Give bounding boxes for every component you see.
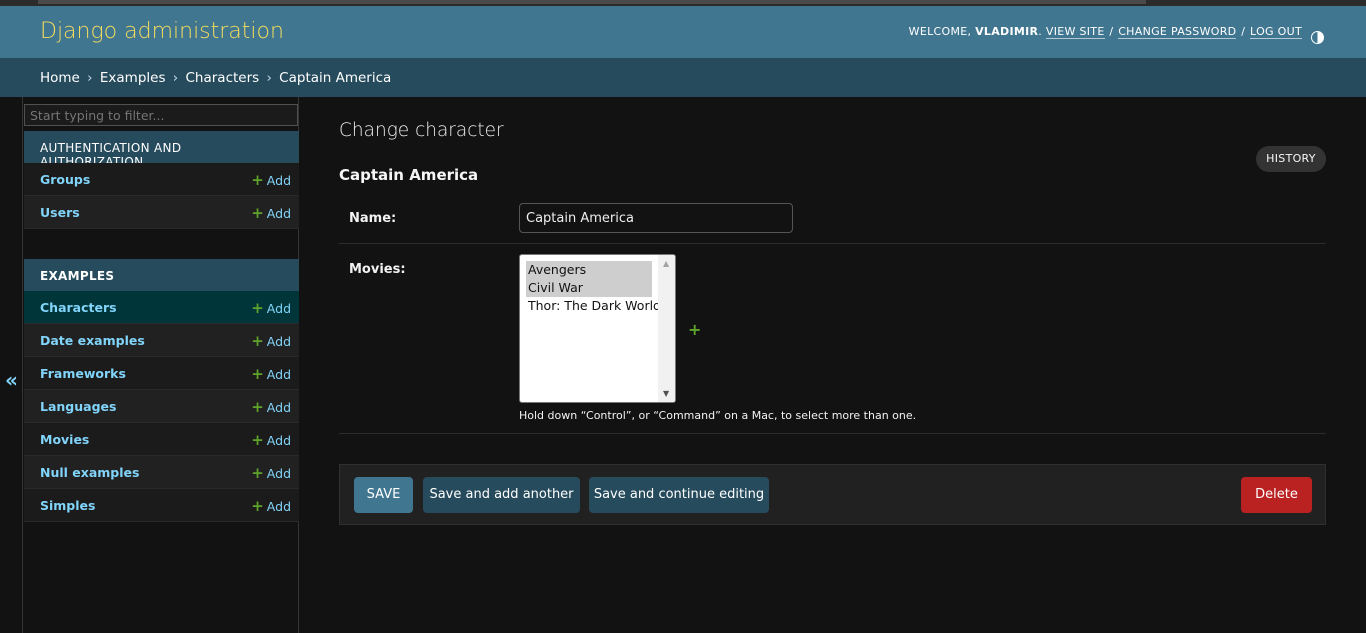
nav-sidebar: Authentication and Authorization Groups … bbox=[22, 97, 299, 633]
add-label: Add bbox=[266, 466, 291, 481]
movies-help-text: Hold down “Control”, or “Command” on a M… bbox=[519, 409, 917, 422]
sidebar-item-label[interactable]: Date examples bbox=[40, 333, 145, 348]
movie-option-thor[interactable]: Thor: The Dark World bbox=[526, 297, 663, 315]
add-label: Add bbox=[266, 367, 291, 382]
welcome-text: Welcome, bbox=[908, 25, 972, 38]
add-label: Add bbox=[266, 499, 291, 514]
username: vladimir bbox=[975, 25, 1039, 38]
add-simples-link[interactable]: + Add bbox=[251, 497, 291, 515]
sidebar-item-movies: Movies + Add bbox=[24, 423, 299, 456]
sidebar-item-languages: Languages + Add bbox=[24, 390, 299, 423]
sidebar-item-label[interactable]: Null examples bbox=[40, 465, 139, 480]
add-icon: + bbox=[251, 431, 264, 449]
object-title: Captain America bbox=[339, 166, 479, 184]
add-label: Add bbox=[266, 173, 291, 188]
add-movies-link[interactable]: + Add bbox=[251, 431, 291, 449]
select-scrollbar[interactable]: ▲ ▼ bbox=[658, 255, 675, 402]
add-label: Add bbox=[266, 334, 291, 349]
add-icon: + bbox=[251, 398, 264, 416]
name-field[interactable] bbox=[519, 203, 793, 233]
theme-toggle-icon[interactable] bbox=[1311, 31, 1324, 44]
submit-row: Save Save and add another Save and conti… bbox=[339, 464, 1326, 525]
add-date-examples-link[interactable]: + Add bbox=[251, 332, 291, 350]
add-label: Add bbox=[266, 206, 291, 221]
separator: / bbox=[1241, 25, 1246, 38]
history-button[interactable]: History bbox=[1256, 146, 1326, 172]
header: Django administration Welcome, vladimir.… bbox=[0, 6, 1366, 58]
add-groups-link[interactable]: + Add bbox=[251, 171, 291, 189]
name-label: Name: bbox=[349, 211, 397, 226]
sidebar-item-label[interactable]: Simples bbox=[40, 498, 95, 513]
breadcrumb-examples[interactable]: Examples bbox=[100, 70, 166, 86]
movie-option-civil-war[interactable]: Civil War bbox=[526, 279, 652, 297]
breadcrumb-separator: › bbox=[172, 70, 179, 86]
breadcrumb-home[interactable]: Home bbox=[40, 70, 80, 86]
log-out-link[interactable]: Log out bbox=[1250, 25, 1302, 39]
sidebar-item-label[interactable]: Movies bbox=[40, 432, 89, 447]
breadcrumb: Home › Examples › Characters › Captain A… bbox=[0, 58, 1366, 97]
site-name[interactable]: Django administration bbox=[40, 19, 284, 44]
sidebar-item-label[interactable]: Characters bbox=[40, 300, 117, 315]
sidebar-filter-input[interactable] bbox=[24, 104, 298, 126]
form-row-divider bbox=[339, 433, 1326, 434]
sidebar-item-simples: Simples + Add bbox=[24, 489, 299, 522]
change-password-link[interactable]: Change password bbox=[1118, 25, 1237, 39]
breadcrumb-separator: › bbox=[87, 70, 93, 86]
view-site-link[interactable]: View site bbox=[1045, 25, 1105, 39]
page-title: Change character bbox=[339, 120, 504, 141]
add-icon: + bbox=[251, 299, 264, 317]
add-label: Add bbox=[266, 433, 291, 448]
add-icon: + bbox=[251, 171, 264, 189]
user-tools: Welcome, vladimir. View site / Change pa… bbox=[908, 25, 1302, 39]
add-label: Add bbox=[266, 301, 291, 316]
add-icon: + bbox=[251, 332, 264, 350]
save-button[interactable]: Save bbox=[354, 477, 413, 513]
form-row-divider bbox=[339, 243, 1326, 244]
save-and-add-another-button[interactable]: Save and add another bbox=[423, 477, 580, 513]
scroll-up-icon[interactable]: ▲ bbox=[663, 259, 669, 268]
app-caption-auth[interactable]: Authentication and Authorization bbox=[24, 131, 299, 169]
sidebar-item-label[interactable]: Frameworks bbox=[40, 366, 126, 381]
breadcrumb-separator: › bbox=[266, 70, 272, 86]
add-users-link[interactable]: + Add bbox=[251, 204, 291, 222]
scroll-down-icon[interactable]: ▼ bbox=[663, 389, 669, 398]
movie-option-avengers[interactable]: Avengers bbox=[526, 261, 652, 279]
sidebar-item-label[interactable]: Languages bbox=[40, 399, 116, 414]
top-strip-bar bbox=[38, 0, 1146, 4]
movies-multiselect[interactable]: Avengers Civil War Thor: The Dark World … bbox=[519, 254, 676, 403]
sidebar-item-null-examples: Null examples + Add bbox=[24, 456, 299, 489]
save-and-continue-button[interactable]: Save and continue editing bbox=[589, 477, 769, 513]
breadcrumb-characters[interactable]: Characters bbox=[185, 70, 259, 86]
add-icon: + bbox=[251, 204, 264, 222]
add-languages-link[interactable]: + Add bbox=[251, 398, 291, 416]
collapse-sidebar-icon[interactable]: « bbox=[5, 368, 18, 392]
add-frameworks-link[interactable]: + Add bbox=[251, 365, 291, 383]
add-label: Add bbox=[266, 400, 291, 415]
add-movie-icon[interactable]: + bbox=[688, 320, 701, 339]
app-caption-examples[interactable]: Examples bbox=[24, 259, 299, 291]
delete-button[interactable]: Delete bbox=[1241, 477, 1312, 513]
sidebar-item-label[interactable]: Groups bbox=[40, 172, 90, 187]
sidebar-item-users: Users + Add bbox=[24, 196, 299, 229]
add-characters-link[interactable]: + Add bbox=[251, 299, 291, 317]
sidebar-item-groups: Groups + Add bbox=[24, 163, 299, 196]
movies-label: Movies: bbox=[349, 262, 406, 277]
sidebar-item-date-examples: Date examples + Add bbox=[24, 324, 299, 357]
sidebar-item-label[interactable]: Users bbox=[40, 205, 80, 220]
add-null-examples-link[interactable]: + Add bbox=[251, 464, 291, 482]
add-icon: + bbox=[251, 464, 264, 482]
separator: / bbox=[1109, 25, 1114, 38]
add-icon: + bbox=[251, 497, 264, 515]
breadcrumb-current: Captain America bbox=[279, 70, 392, 86]
sidebar-item-frameworks: Frameworks + Add bbox=[24, 357, 299, 390]
sidebar-item-characters: Characters + Add bbox=[24, 291, 299, 324]
add-icon: + bbox=[251, 365, 264, 383]
